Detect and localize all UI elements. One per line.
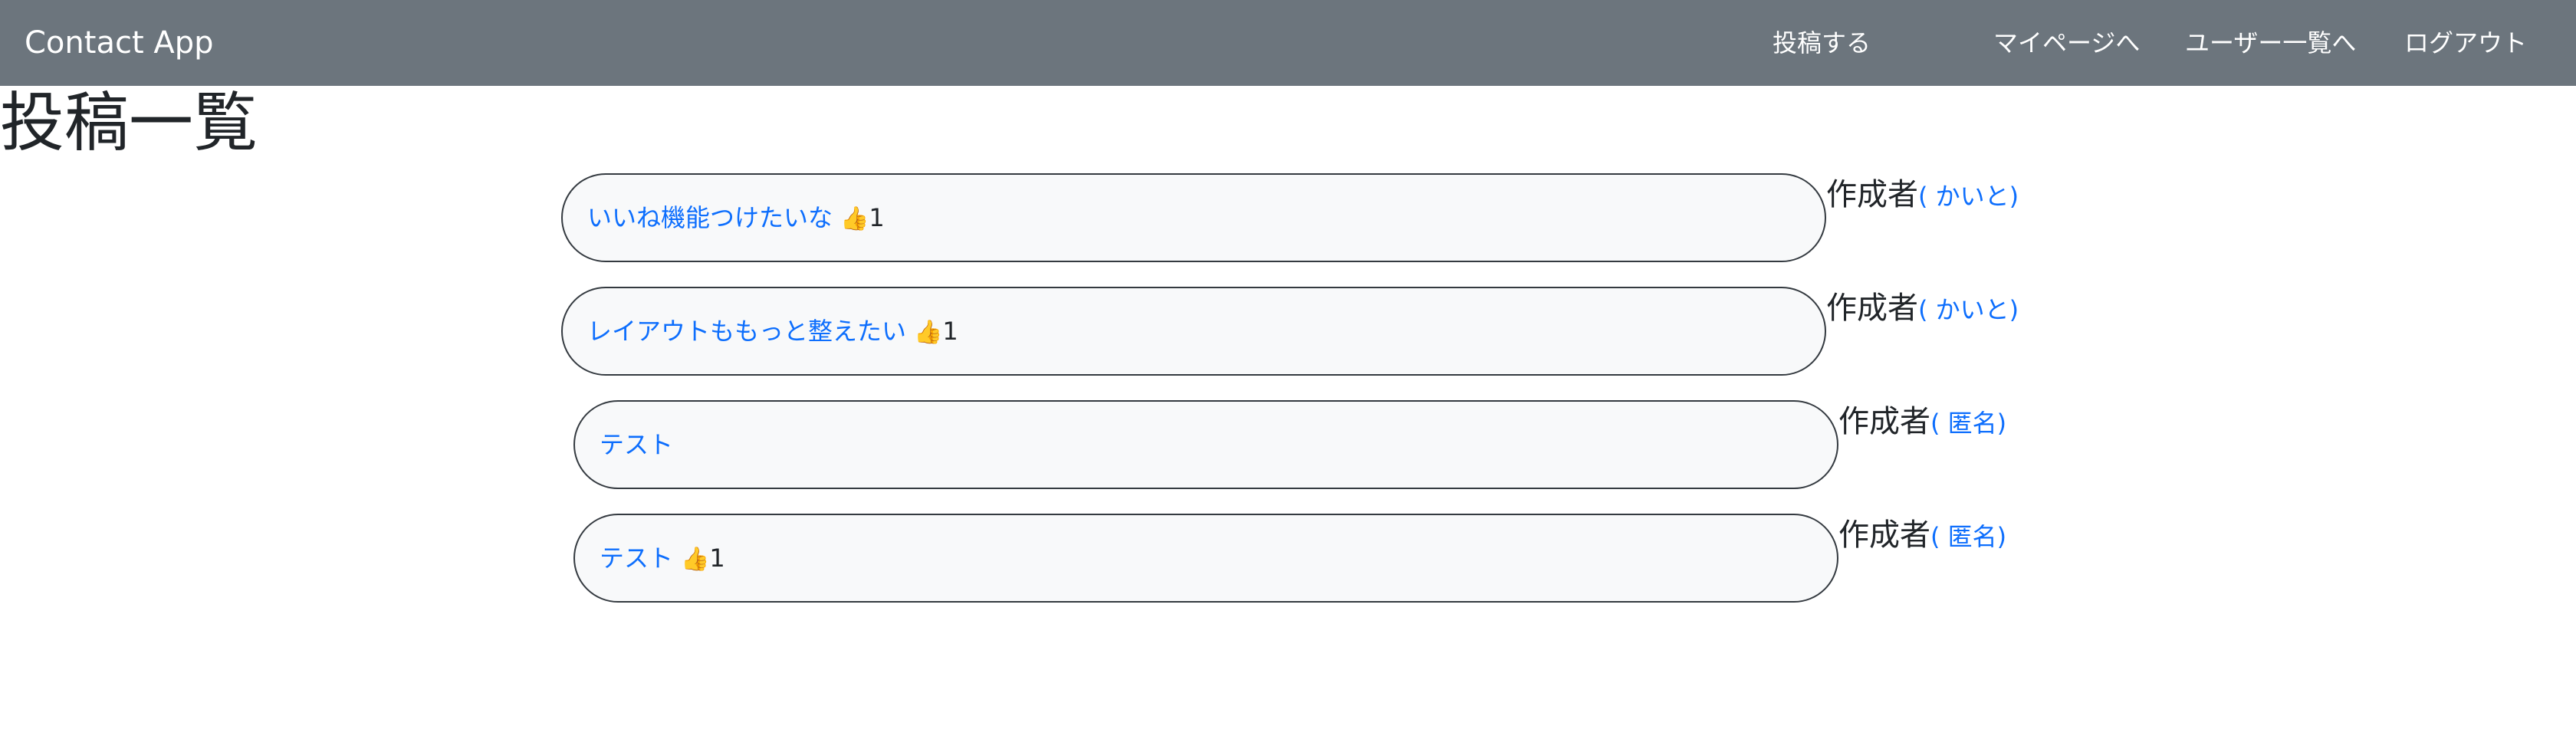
author-label: 作成者 bbox=[1826, 177, 1918, 212]
author-link[interactable]: ( かいと) bbox=[1918, 295, 2019, 324]
author-label: 作成者 bbox=[1826, 291, 1918, 326]
post-title: テスト bbox=[600, 544, 674, 573]
thumbs-up-icon: 👍 bbox=[914, 319, 943, 346]
post-card: テスト bbox=[573, 400, 1838, 489]
post-title-link[interactable]: いいね機能つけたいな 👍1 bbox=[587, 175, 885, 261]
post-title-link[interactable]: テスト bbox=[600, 402, 673, 488]
nav-link-users[interactable]: ユーザー一覧へ bbox=[2185, 0, 2356, 86]
post-title-link[interactable]: レイアウトももっと整えたい 👍1 bbox=[587, 288, 958, 374]
like-count: 1 bbox=[709, 544, 725, 573]
author-link[interactable]: ( 匿名) bbox=[1930, 522, 2006, 551]
navbar: Contact App 投稿する マイページへ ユーザー一覧へ ログアウト bbox=[0, 0, 2576, 86]
thumbs-up-icon: 👍 bbox=[840, 205, 869, 232]
post-card: テスト 👍1 bbox=[573, 514, 1838, 603]
like-count-area: 👍1 bbox=[914, 317, 958, 346]
like-count: 1 bbox=[869, 203, 885, 232]
author-label: 作成者 bbox=[1838, 517, 1930, 553]
author-link[interactable]: ( かいと) bbox=[1918, 182, 2019, 211]
author-link[interactable]: ( 匿名) bbox=[1930, 409, 2006, 438]
post-author: 作成者( かいと) bbox=[1826, 287, 2019, 336]
author-label: 作成者 bbox=[1838, 404, 1930, 439]
post-title: レイアウトももっと整えたい bbox=[587, 317, 907, 346]
like-count: 1 bbox=[942, 317, 958, 346]
brand-link[interactable]: Contact App bbox=[25, 0, 213, 86]
post-author: 作成者( 匿名) bbox=[1838, 514, 2006, 563]
post-card: いいね機能つけたいな 👍1 bbox=[561, 173, 1826, 262]
nav-link-mypage[interactable]: マイページへ bbox=[1993, 0, 2140, 86]
like-count-area: 👍1 bbox=[681, 544, 725, 573]
post-author: 作成者( かいと) bbox=[1826, 173, 2019, 222]
post-card: レイアウトももっと整えたい 👍1 bbox=[561, 287, 1826, 376]
post-title: いいね機能つけたいな bbox=[587, 203, 833, 232]
post-author: 作成者( 匿名) bbox=[1838, 400, 2006, 449]
nav-link-logout[interactable]: ログアウト bbox=[2404, 0, 2527, 86]
post-title: テスト bbox=[600, 430, 674, 459]
nav-link-create-post[interactable]: 投稿する bbox=[1773, 0, 1871, 86]
like-count-area: 👍1 bbox=[840, 203, 885, 232]
post-title-link[interactable]: テスト 👍1 bbox=[600, 515, 725, 601]
thumbs-up-icon: 👍 bbox=[681, 546, 710, 573]
page-title: 投稿一覧 bbox=[0, 85, 258, 160]
